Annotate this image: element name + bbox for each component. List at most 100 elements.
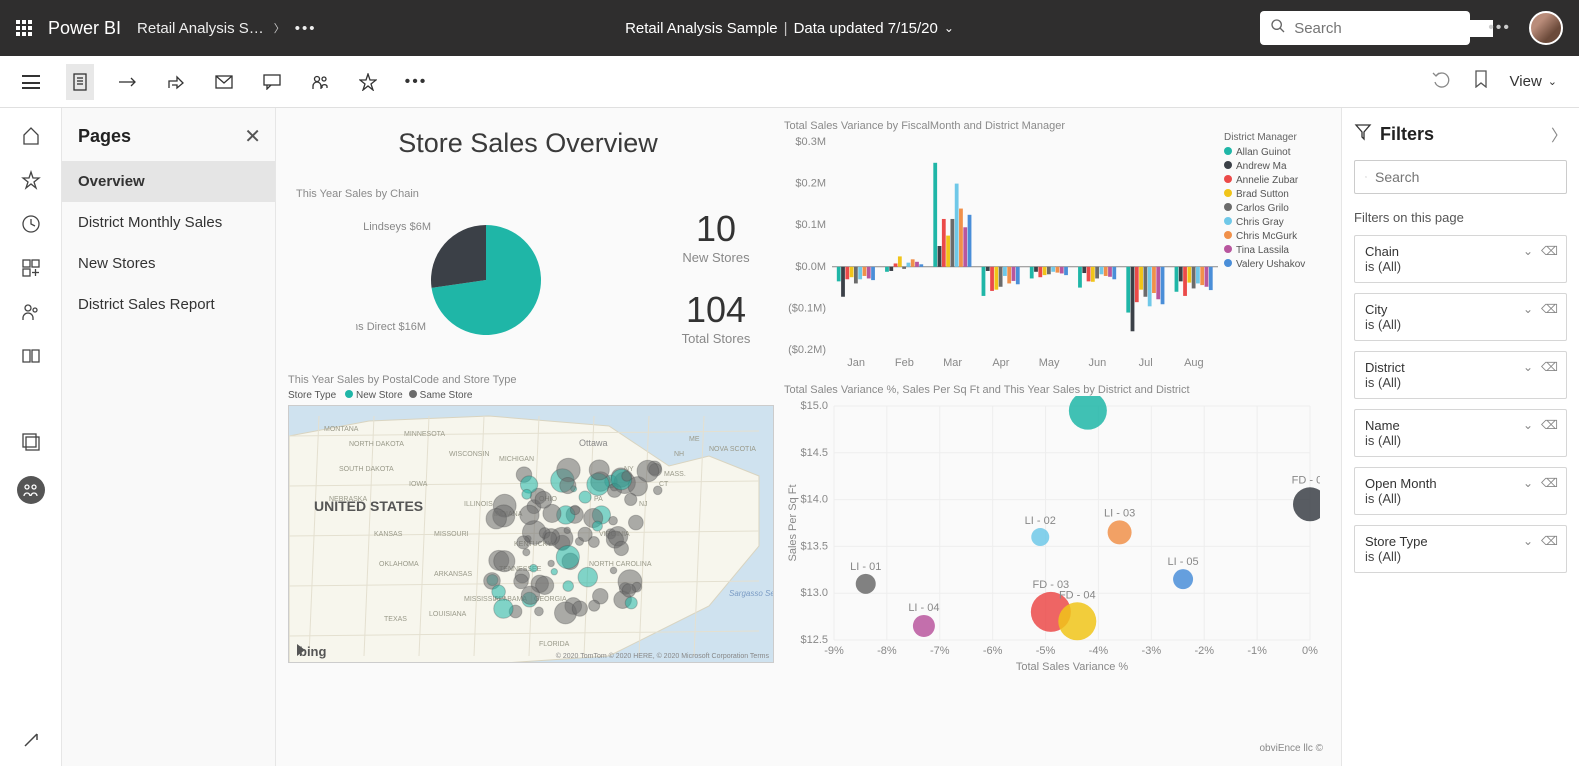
center-updated: Data updated 7/15/20: [794, 20, 938, 37]
svg-text:LI - 03: LI - 03: [1104, 507, 1135, 519]
filter-card[interactable]: Nameis (All)⌄⌫: [1354, 409, 1567, 457]
nav-toggle-icon[interactable]: [22, 75, 40, 89]
favorite-icon[interactable]: [354, 64, 382, 100]
svg-text:Total Sales Variance %: Total Sales Variance %: [1016, 661, 1129, 673]
pages-title: Pages: [78, 126, 131, 147]
chevron-down-icon[interactable]: ⌄: [1523, 418, 1533, 432]
kpi-new-stores-label: New Stores: [656, 250, 776, 265]
pages-panel: Pages ✕ OverviewDistrict Monthly SalesNe…: [62, 108, 276, 766]
teams-icon[interactable]: [306, 64, 334, 100]
svg-text:TEXAS: TEXAS: [384, 616, 407, 623]
filter-value: is (All): [1365, 491, 1556, 506]
svg-text:Aug: Aug: [1184, 357, 1204, 369]
search-input[interactable]: [1260, 11, 1470, 45]
filter-value: is (All): [1365, 375, 1556, 390]
view-button[interactable]: View⌄: [1510, 73, 1557, 90]
recent-icon[interactable]: [21, 214, 41, 234]
get-data-icon[interactable]: [21, 730, 41, 750]
close-icon[interactable]: ✕: [244, 124, 261, 149]
eraser-icon[interactable]: ⌫: [1541, 244, 1558, 258]
filters-search-field[interactable]: [1375, 169, 1556, 185]
svg-text:OKLAHOMA: OKLAHOMA: [379, 561, 419, 568]
eraser-icon[interactable]: ⌫: [1541, 534, 1558, 548]
svg-text:-1%: -1%: [1247, 645, 1267, 657]
filters-search[interactable]: [1354, 160, 1567, 194]
undo-icon[interactable]: [1432, 70, 1452, 93]
filter-card[interactable]: Open Monthis (All)⌄⌫: [1354, 467, 1567, 515]
shared-icon[interactable]: [21, 302, 41, 322]
svg-text:$15.0: $15.0: [800, 400, 828, 412]
filter-card[interactable]: Districtis (All)⌄⌫: [1354, 351, 1567, 399]
bookmark-icon[interactable]: [1474, 70, 1488, 93]
svg-text:MONTANA: MONTANA: [324, 426, 359, 433]
chevron-right-icon: 〉: [274, 20, 285, 36]
svg-text:LI - 05: LI - 05: [1167, 556, 1198, 568]
chevron-down-icon[interactable]: ⌄: [1523, 476, 1533, 490]
search-icon: [1270, 18, 1286, 39]
svg-text:FD - 02: FD - 02: [1292, 474, 1320, 486]
svg-text:ILLINOIS: ILLINOIS: [464, 501, 493, 508]
share-icon[interactable]: [162, 64, 190, 100]
svg-text:Mar: Mar: [943, 357, 962, 369]
subscribe-icon[interactable]: [210, 64, 238, 100]
chevron-down-icon[interactable]: ⌄: [1523, 360, 1533, 374]
search-field[interactable]: [1294, 20, 1493, 37]
filter-card[interactable]: Cityis (All)⌄⌫: [1354, 293, 1567, 341]
map-legend: Store Type New StoreSame Store: [288, 390, 774, 401]
avatar[interactable]: [1529, 11, 1563, 45]
svg-text:$14.0: $14.0: [800, 494, 828, 506]
center-title: Retail Analysis Sample: [625, 20, 778, 37]
chevron-down-icon[interactable]: ⌄: [1523, 302, 1533, 316]
filter-value: is (All): [1365, 549, 1556, 564]
favorites-icon[interactable]: [21, 170, 41, 190]
create-icon[interactable]: [21, 258, 41, 278]
filter-card[interactable]: Chainis (All)⌄⌫: [1354, 235, 1567, 283]
svg-text:bing: bing: [299, 644, 326, 659]
scatter-title: Total Sales Variance %, Sales Per Sq Ft …: [784, 384, 1320, 396]
page-tab[interactable]: District Monthly Sales: [62, 202, 275, 243]
more-icon[interactable]: •••: [295, 20, 317, 37]
svg-text:$13.5: $13.5: [800, 540, 828, 552]
kpi-total-stores-value: 104: [656, 289, 776, 331]
page-tab[interactable]: Overview: [62, 161, 275, 202]
filter-value: is (All): [1365, 317, 1556, 332]
search-icon: [1365, 169, 1367, 185]
eraser-icon[interactable]: ⌫: [1541, 360, 1558, 374]
workspaces-icon[interactable]: [21, 432, 41, 452]
comment-icon[interactable]: [258, 64, 286, 100]
chevron-right-icon[interactable]: 〉: [1551, 122, 1567, 146]
eraser-icon[interactable]: ⌫: [1541, 476, 1558, 490]
bar-chart[interactable]: $0.3M$0.2M$0.1M$0.0M($0.1M)($0.2M)JanFeb…: [784, 132, 1224, 372]
map-visual[interactable]: MONTANANORTH DAKOTASOUTH DAKOTAMINNESOTA…: [288, 405, 774, 663]
scatter-chart[interactable]: $15.0$14.5$14.0$13.5$13.0$12.5-9%-8%-7%-…: [784, 396, 1320, 676]
learn-icon[interactable]: [21, 346, 41, 366]
svg-text:Sales Per Sq Ft: Sales Per Sq Ft: [787, 484, 799, 561]
breadcrumb-workspace[interactable]: Retail Analysis S…: [137, 20, 264, 37]
more-icon[interactable]: •••: [402, 64, 430, 100]
my-workspace-icon[interactable]: [17, 476, 45, 504]
svg-text:MASS.: MASS.: [664, 471, 686, 478]
eraser-icon[interactable]: ⌫: [1541, 302, 1558, 316]
page-tab[interactable]: New Stores: [62, 243, 275, 284]
svg-text:-2%: -2%: [1194, 645, 1214, 657]
view-label: View: [1510, 73, 1542, 90]
svg-text:MISSOURI: MISSOURI: [434, 531, 469, 538]
app-launcher-icon[interactable]: [16, 20, 32, 36]
svg-text:$0.0M: $0.0M: [795, 261, 826, 273]
svg-text:-5%: -5%: [1036, 645, 1056, 657]
chevron-down-icon[interactable]: ⌄: [1523, 534, 1533, 548]
file-icon[interactable]: [66, 64, 94, 100]
page-tab[interactable]: District Sales Report: [62, 284, 275, 325]
svg-text:WISCONSIN: WISCONSIN: [449, 451, 489, 458]
filter-card[interactable]: Store Typeis (All)⌄⌫: [1354, 525, 1567, 573]
more-icon[interactable]: •••: [1488, 19, 1511, 37]
eraser-icon[interactable]: ⌫: [1541, 418, 1558, 432]
chevron-down-icon[interactable]: ⌄: [1523, 244, 1533, 258]
svg-text:Jan: Jan: [847, 357, 865, 369]
report-title-center[interactable]: Retail Analysis Sample | Data updated 7/…: [625, 20, 954, 37]
pie-chart[interactable]: Lindseys $6MFashions Direct $16M: [356, 200, 616, 370]
export-icon[interactable]: [114, 64, 142, 100]
home-icon[interactable]: [21, 126, 41, 146]
svg-text:Jul: Jul: [1139, 357, 1153, 369]
breadcrumb: Retail Analysis S… 〉 •••: [137, 20, 316, 37]
